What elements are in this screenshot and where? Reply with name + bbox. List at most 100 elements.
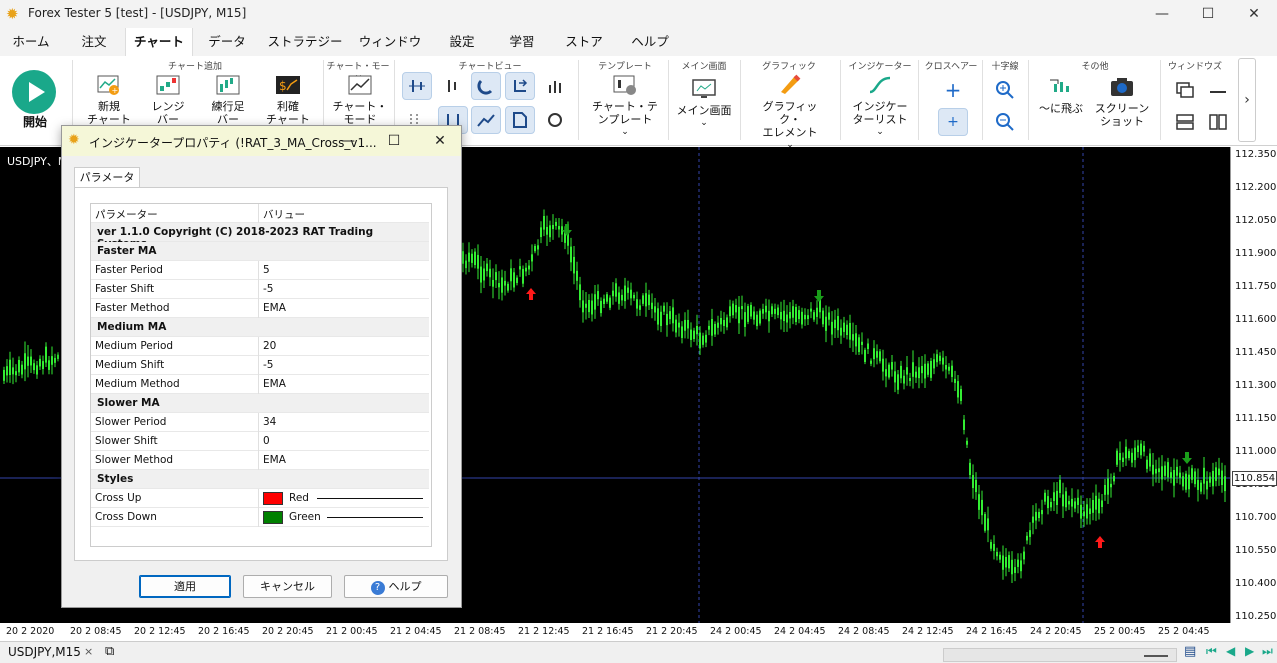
candle-body <box>828 312 830 320</box>
version-row[interactable]: ver 1.1.0 Copyright (C) 2018-2023 RAT Tr… <box>91 223 429 250</box>
tile-horizontal-icon[interactable] <box>1170 108 1200 136</box>
tab-order[interactable]: 注文 <box>68 28 120 56</box>
group-chart-view: チャートビュー <box>458 62 522 72</box>
candle-body <box>525 267 527 272</box>
candle-body <box>513 272 515 288</box>
tab-chart[interactable]: チャート <box>125 28 193 56</box>
indicator-list-button[interactable]: インジケー ターリスト ⌄ <box>848 74 912 144</box>
graphic-element-button[interactable]: グラフィック・ エレメント ⌄ <box>752 74 828 150</box>
parameter-grid[interactable]: パラメーター バリュー ver 1.1.0 Copyright (C) 2018-2… <box>90 203 432 547</box>
section-row[interactable]: Slower MA <box>91 394 429 413</box>
tab-strategy[interactable]: ストラテジー <box>266 28 344 56</box>
chart-tab-label[interactable]: USDJPY,M15 <box>8 645 81 659</box>
param-row[interactable]: Slower Period 34 <box>91 413 429 432</box>
candle-body <box>537 245 539 250</box>
param-name: Slower Shift <box>95 435 158 447</box>
bar-view-icon[interactable] <box>438 72 468 100</box>
refresh-icon[interactable] <box>540 106 570 134</box>
dialog-close-button[interactable]: ✕ <box>417 126 463 156</box>
zoom-out-icon[interactable] <box>990 108 1020 136</box>
candle-body <box>468 252 470 262</box>
goto-button[interactable]: 〜に飛ぶ <box>1034 76 1088 138</box>
template-button[interactable]: チャート・テ ンプレート ⌄ <box>590 74 660 144</box>
last-page-icon[interactable]: ⏭ <box>1262 644 1273 659</box>
dialog-minimize-button[interactable]: — <box>325 126 371 156</box>
tab-data[interactable]: データ <box>198 28 256 56</box>
tab-home[interactable]: ホーム <box>8 28 54 56</box>
time-tick: 25 2 00:45 <box>1094 626 1146 637</box>
section-row[interactable]: Styles <box>91 470 429 489</box>
color-param-row[interactable]: Cross Down Green <box>91 508 429 527</box>
tab-learn[interactable]: 学習 <box>500 28 544 56</box>
tile-vertical-icon[interactable] <box>1203 108 1233 136</box>
param-row[interactable]: Faster Period 5 <box>91 261 429 280</box>
section-row[interactable]: Faster MA <box>91 242 429 261</box>
main-screen-button[interactable]: メイン画面 ⌄ <box>674 78 734 144</box>
color-param-row[interactable]: Cross Up Red <box>91 489 429 508</box>
param-row[interactable]: Faster Shift -5 <box>91 280 429 299</box>
window-list-icon[interactable]: ⧉ <box>105 644 114 659</box>
cancel-button[interactable]: キャンセル <box>243 575 332 598</box>
dialog-title-bar[interactable]: ✹ インジケータープロパティ (!RAT_3_MA_Cross_v1... — … <box>62 126 461 156</box>
chart-settings-icon[interactable]: ▤ <box>1184 644 1196 659</box>
first-page-icon[interactable]: ⏮ <box>1206 644 1217 659</box>
window-minimize-all-icon[interactable] <box>1203 76 1233 104</box>
tab-help[interactable]: ヘルプ <box>624 28 676 56</box>
param-row[interactable]: Medium Method EMA <box>91 375 429 394</box>
candle-body <box>552 224 554 230</box>
candle-view-icon[interactable] <box>402 72 432 100</box>
time-tick: 20 2 20:45 <box>262 626 314 637</box>
ribbon-scroll-right-icon[interactable]: › <box>1238 58 1256 142</box>
close-button[interactable]: ✕ <box>1231 0 1277 28</box>
renko-icon <box>156 75 180 95</box>
tab-window[interactable]: ウィンドウ <box>356 28 424 56</box>
candle-body <box>1203 467 1205 484</box>
tab-parameters[interactable]: パラメーター <box>74 167 140 204</box>
candle-body <box>519 266 521 270</box>
candle-body <box>705 334 707 343</box>
start-button[interactable] <box>12 70 56 114</box>
next-icon[interactable]: ▶ <box>1245 644 1254 658</box>
candle-body <box>1197 480 1199 490</box>
line-style-preview <box>327 517 423 518</box>
minimize-button[interactable]: — <box>1139 0 1185 28</box>
crosshair-icon[interactable]: + <box>938 76 968 104</box>
document-icon[interactable] <box>505 106 535 134</box>
prev-icon[interactable]: ◀ <box>1226 644 1235 658</box>
window-cascade-icon[interactable] <box>1170 76 1200 104</box>
line-style-preview <box>317 498 423 499</box>
price-axis[interactable]: 112.350 112.200 112.050 111.900 111.750 111.6… <box>1230 147 1277 623</box>
maximize-button[interactable]: ☐ <box>1185 0 1231 28</box>
pencil-icon <box>781 74 801 94</box>
volume-icon[interactable] <box>540 72 570 100</box>
dialog-maximize-button[interactable]: ☐ <box>371 126 417 156</box>
time-axis[interactable]: 20 2 2020 20 2 08:45 20 2 12:45 20 2 16:45 2… <box>0 623 1230 641</box>
candle-body <box>762 308 764 314</box>
tab-store[interactable]: ストア <box>562 28 606 56</box>
section-row[interactable]: Medium MA <box>91 318 429 337</box>
zoom-in-icon[interactable] <box>990 76 1020 104</box>
param-name: Medium Period <box>95 340 174 352</box>
candle-body <box>1146 459 1148 469</box>
param-row[interactable]: Medium Shift -5 <box>91 356 429 375</box>
title-bar: ✹ Forex Tester 5 [test] - [USDJPY, M15] … <box>0 0 1277 28</box>
apply-button[interactable]: 適用 <box>139 575 231 598</box>
candle-body <box>618 292 620 304</box>
candle-body <box>945 365 947 370</box>
horizontal-scrollbar[interactable] <box>943 648 1177 662</box>
screenshot-button[interactable]: スクリーン ショット <box>1094 76 1150 138</box>
crosshair-plus-icon[interactable]: + <box>938 108 968 136</box>
tab-settings[interactable]: 設定 <box>440 28 484 56</box>
param-row[interactable]: Slower Method EMA <box>91 451 429 470</box>
help-button[interactable]: ? ヘルプ <box>344 575 448 598</box>
close-tab-icon[interactable]: × <box>84 645 93 658</box>
auto-scroll-icon[interactable] <box>505 72 535 100</box>
param-name: Slower Period <box>95 416 167 428</box>
param-row[interactable]: Slower Shift 0 <box>91 432 429 451</box>
candle-body <box>849 322 851 340</box>
grid-header-row[interactable]: パラメーター バリュー <box>91 204 429 223</box>
magnet-icon[interactable] <box>471 72 501 100</box>
line-chart-icon[interactable] <box>471 106 501 134</box>
param-row[interactable]: Faster Method EMA <box>91 299 429 318</box>
param-row[interactable]: Medium Period 20 <box>91 337 429 356</box>
